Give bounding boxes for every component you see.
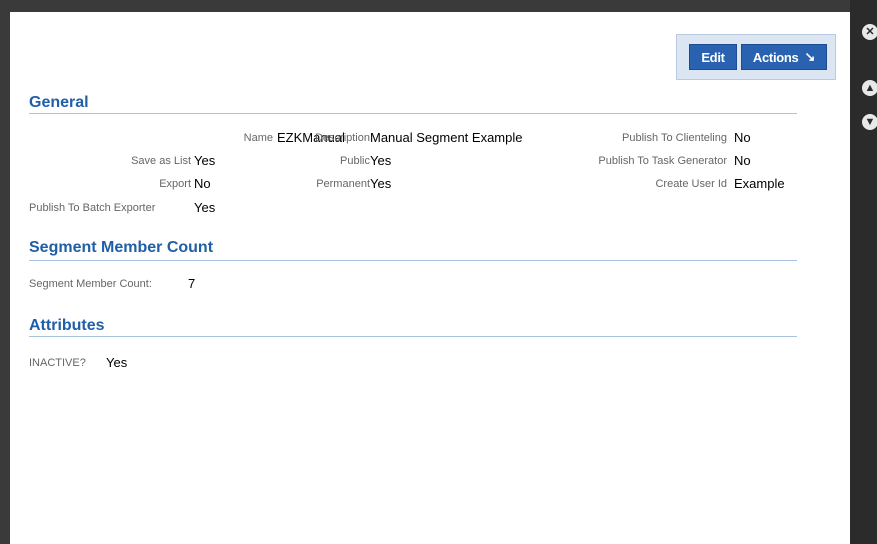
create-user-id-label: Create User Id [655,178,727,190]
inactive-label: INACTIVE? [29,357,86,369]
publish-batch-exporter-label: Publish To Batch Exporter [29,202,156,214]
publish-clienteling-label: Publish To Clienteling [622,132,727,144]
down-arrow-icon[interactable]: ▼ [862,114,877,130]
actions-arrow-icon: ↘ [804,49,816,64]
close-icon[interactable]: ✕ [862,24,877,40]
actions-button-label: Actions [752,49,799,65]
public-value: Yes [370,153,392,168]
actions-button[interactable]: Actions ↘ [741,44,827,70]
create-user-id-value: Example [734,176,785,191]
publish-clienteling-value: No [734,130,751,145]
export-label: Export [159,178,191,190]
segment-member-count-value: 7 [188,276,196,291]
export-value: No [194,176,211,191]
segment-member-count-label: Segment Member Count: [29,278,152,290]
save-as-list-value: Yes [194,153,216,168]
public-label: Public [340,155,370,167]
permanent-value: Yes [370,176,392,191]
toolbar: Edit Actions ↘ [676,34,836,80]
permanent-label: Permanent [316,178,370,190]
save-as-list-label: Save as List [131,155,191,167]
edit-button-label: Edit [701,49,725,65]
name-label: Name [243,132,273,144]
general-divider [29,113,797,114]
publish-batch-exporter-value: Yes [194,200,216,215]
up-arrow-icon[interactable]: ▲ [862,80,877,96]
inactive-value: Yes [106,355,128,370]
description-value: Manual Segment Example [370,130,523,145]
edit-button[interactable]: Edit [689,44,737,70]
attributes-section-title: Attributes [29,317,105,334]
publish-task-generator-label: Publish To Task Generator [598,155,727,167]
general-section-title: General [29,94,89,111]
segment-count-divider [29,260,797,261]
attributes-divider [29,336,797,337]
segment-detail-panel: Edit Actions ↘ General Name EZKManual Sa… [10,12,850,544]
publish-task-generator-value: No [734,153,751,168]
segment-member-count-title: Segment Member Count [29,239,214,256]
description-label: Description [314,132,370,144]
